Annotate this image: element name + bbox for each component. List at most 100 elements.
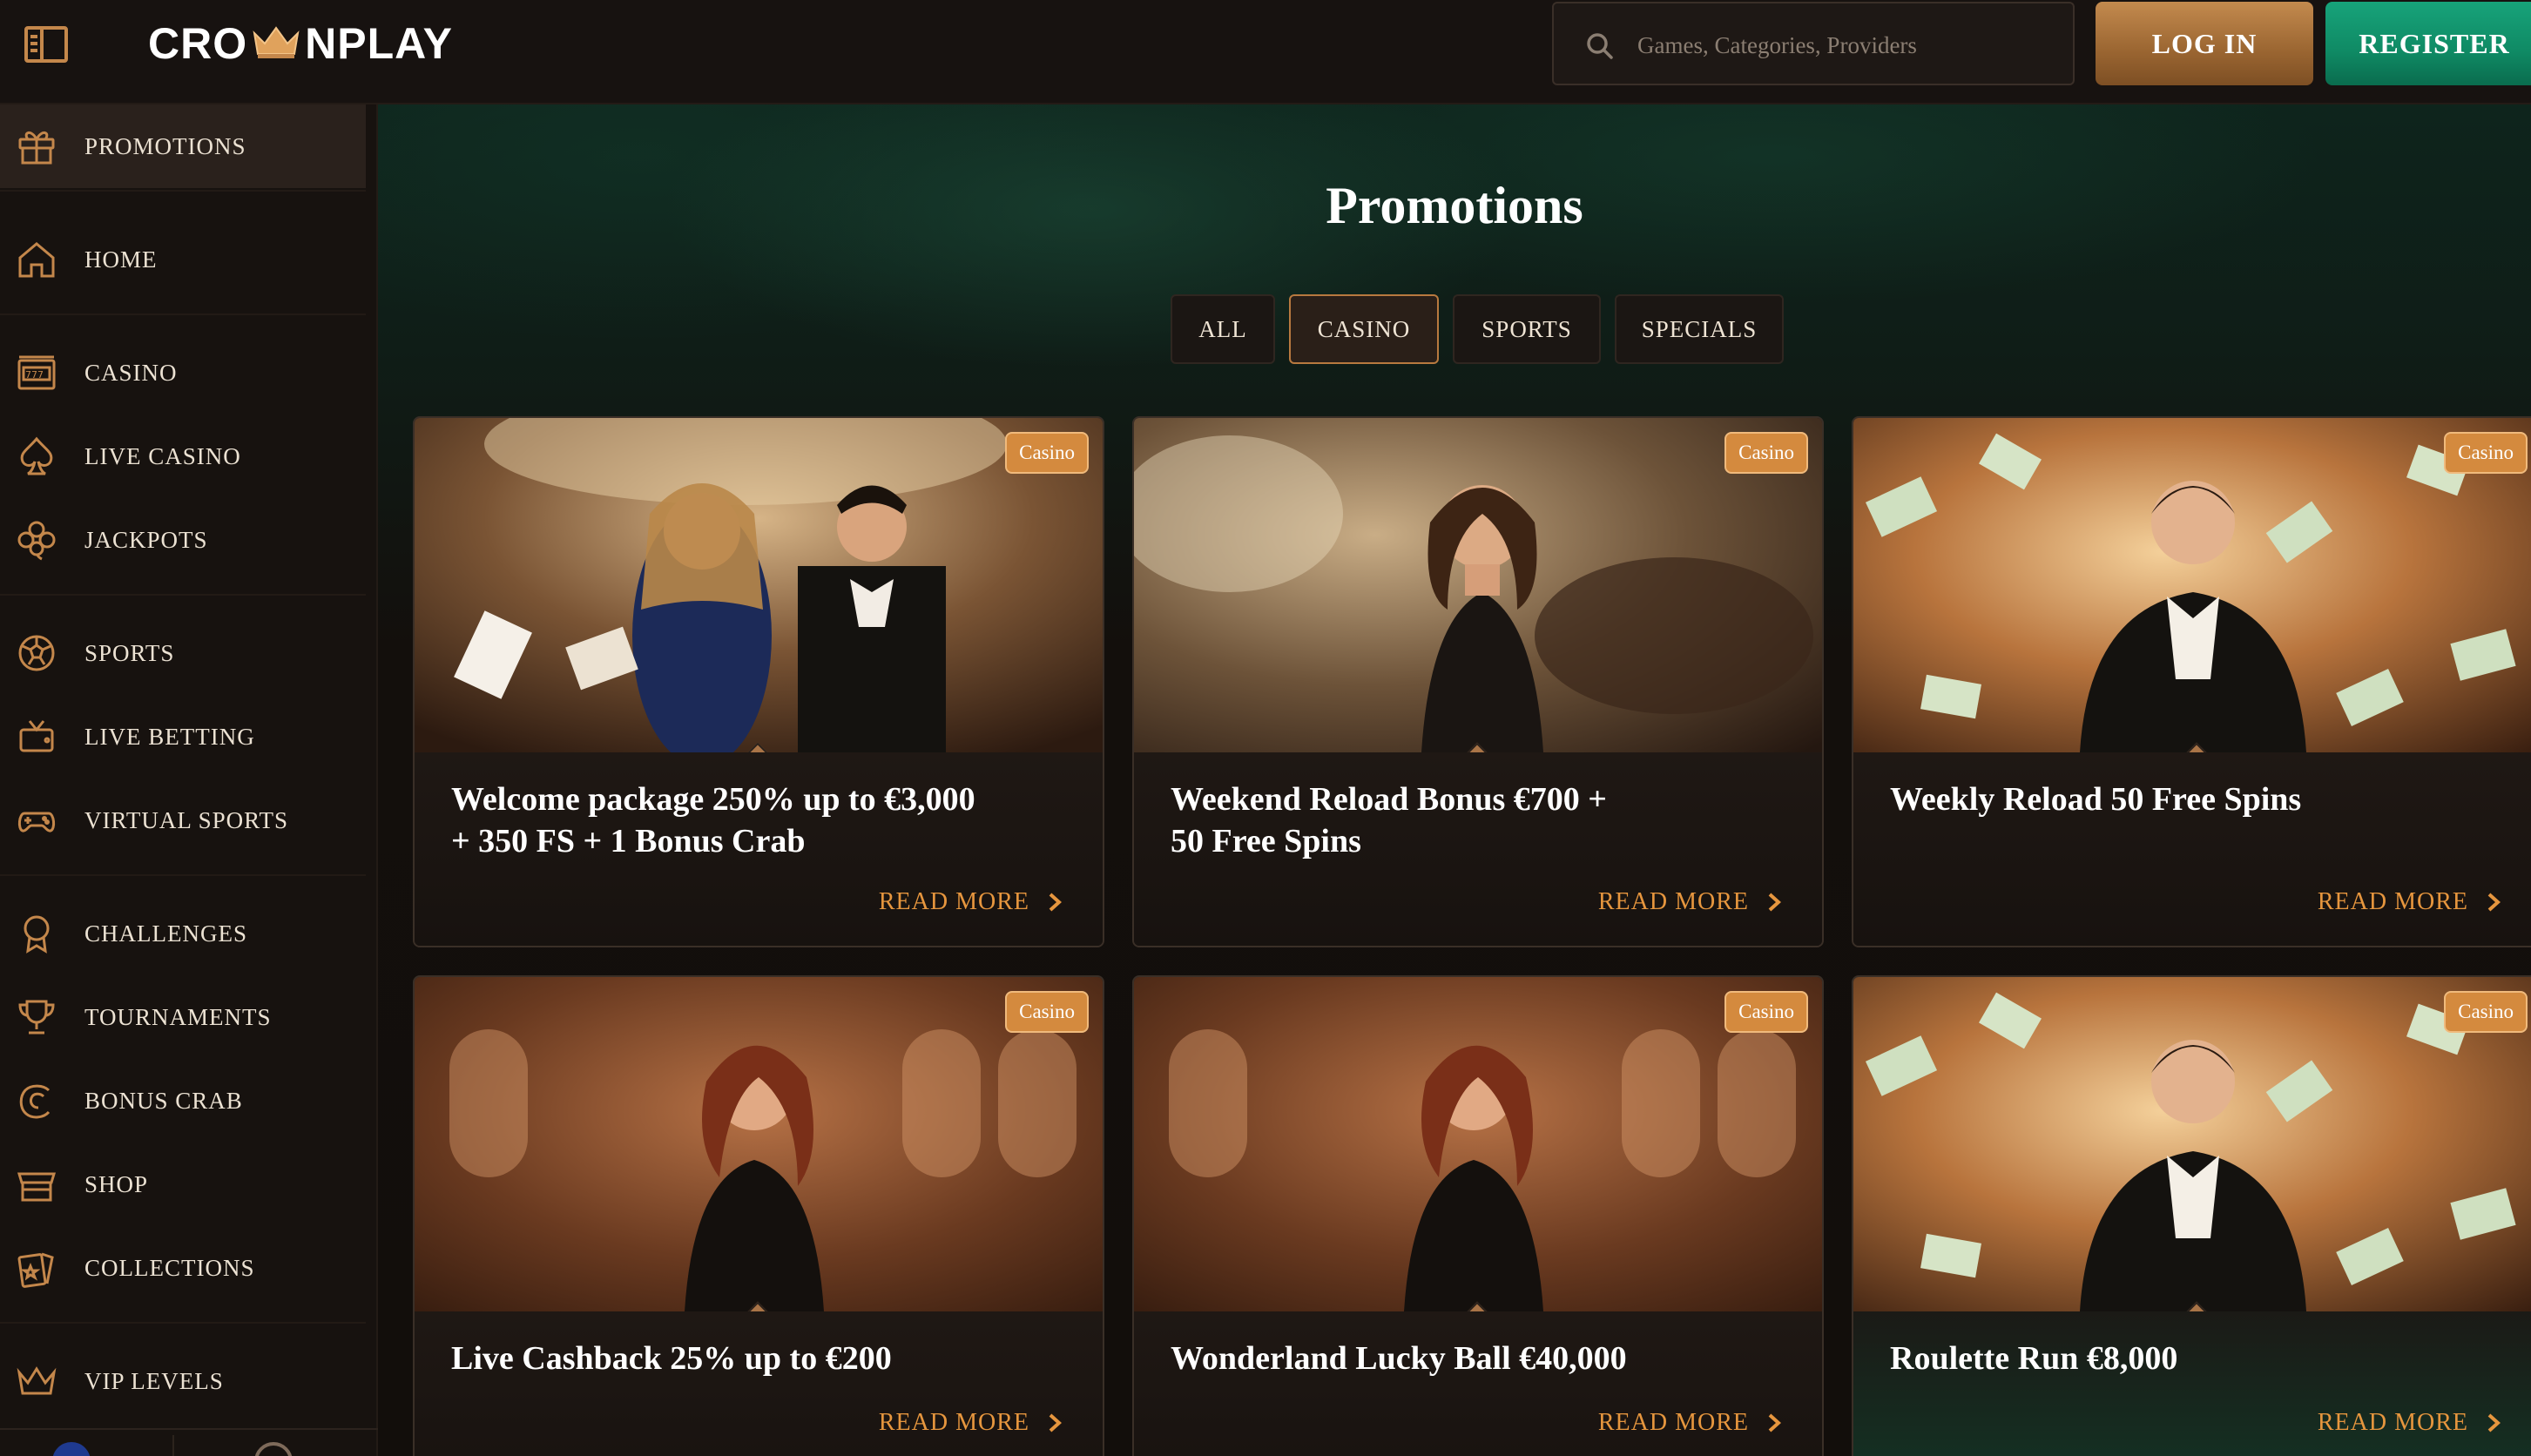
category-badge: Casino (1724, 432, 1808, 474)
gift-icon (18, 131, 55, 165)
sidebar-item-home[interactable]: HOME (0, 218, 366, 301)
sidebar-footer (0, 1428, 378, 1456)
spade-icon (20, 436, 53, 475)
chevron-right-icon (1768, 1413, 1781, 1432)
sidebar-item-label: BONUS CRAB (84, 1087, 243, 1114)
promo-image (1853, 418, 2531, 752)
promo-title-line: Welcome package 250% up to €3,000 (451, 781, 975, 818)
promo-card-body: Live Cashback 25% up to €200 READ MORE (415, 1311, 1103, 1456)
register-button[interactable]: REGISTER (2325, 2, 2531, 85)
collection-icon (17, 1252, 54, 1288)
category-badge: Casino (1005, 991, 1089, 1033)
sidebar-item-label: CASINO (84, 359, 178, 386)
sidebar-item-promotions[interactable]: PROMOTIONS (0, 104, 366, 188)
sidebar-item-label: TOURNAMENTS (84, 1003, 272, 1030)
shop-icon (17, 1172, 57, 1202)
tab-casino[interactable]: CASINO (1289, 294, 1439, 364)
promo-card[interactable]: Casino Weekly Reload 50 Free Spins READ … (1852, 416, 2531, 947)
promo-card[interactable]: Casino Roulette Run €8,000 READ MORE (1852, 975, 2531, 1456)
promo-card[interactable]: Casino Welcome package 250% up to €3,000… (413, 416, 1104, 947)
medal-icon (24, 915, 50, 954)
promo-title: Live Cashback 25% up to €200 (451, 1338, 1017, 1379)
read-more-link[interactable]: READ MORE (2318, 1409, 2503, 1437)
promo-image (1134, 418, 1822, 752)
sidebar-item-label: CHALLENGES (84, 920, 247, 947)
sidebar-item-tournaments[interactable]: TOURNAMENTS (0, 975, 366, 1059)
category-badge: Casino (2444, 991, 2528, 1033)
home-icon (18, 242, 55, 278)
logo[interactable]: CRO NPLAY (148, 16, 453, 71)
slot-machine-icon: 777 (17, 355, 56, 390)
svg-text:777: 777 (25, 369, 44, 381)
promo-card[interactable]: Casino Live Cashback 25% up to €200 READ… (413, 975, 1104, 1456)
sidebar-item-label: JACKPOTS (84, 526, 208, 553)
read-more-link[interactable]: READ MORE (879, 1409, 1064, 1437)
promo-image (1853, 977, 2531, 1311)
sidebar-item-label: HOME (84, 246, 158, 273)
chevron-right-icon (2487, 893, 2501, 912)
sidebar-item-shop[interactable]: SHOP (0, 1143, 366, 1226)
top-bar: CRO NPLAY LOG IN REGISTER (0, 0, 2531, 104)
sidebar-item-label: COLLECTIONS (84, 1254, 255, 1281)
crown-icon (17, 1366, 57, 1395)
login-button[interactable]: LOG IN (2096, 2, 2313, 85)
sidebar-item-vip-levels[interactable]: VIP LEVELS (0, 1339, 366, 1423)
tab-specials[interactable]: SPECIALS (1615, 294, 1784, 364)
read-more-label: READ MORE (878, 1409, 1029, 1436)
read-more-label: READ MORE (2317, 888, 2468, 915)
clover-icon (17, 521, 56, 561)
promo-card[interactable]: Casino Weekend Reload Bonus €700 + 50 Fr… (1132, 416, 1824, 947)
tab-all[interactable]: ALL (1171, 294, 1275, 364)
main-content: Promotions ALL CASINO SPORTS SPECIALS Ca… (378, 104, 2531, 1456)
promo-title-line: Wonderland Lucky Ball €40,000 (1171, 1340, 1627, 1377)
bonus-crab-icon (19, 1084, 51, 1119)
sidebar-item-live-casino[interactable]: LIVE CASINO (0, 415, 366, 498)
sidebar-item-challenges[interactable]: CHALLENGES (0, 892, 366, 975)
search-icon (1587, 33, 1613, 59)
help-icon[interactable] (254, 1442, 293, 1456)
promo-card-body: Welcome package 250% up to €3,000 + 350 … (415, 752, 1103, 946)
tab-sports[interactable]: SPORTS (1453, 294, 1601, 364)
promo-image (1134, 977, 1822, 1311)
promo-title-line: + 350 FS + 1 Bonus Crab (451, 823, 806, 859)
sidebar: PROMOTIONS HOME 777 CASINO LIVE CASINO J… (0, 104, 378, 1456)
promo-title: Welcome package 250% up to €3,000 + 350 … (451, 779, 1017, 862)
promo-title: Weekly Reload 50 Free Spins (1890, 779, 2456, 820)
promo-title-line: Roulette Run €8,000 (1890, 1340, 2178, 1377)
sidebar-item-live-betting[interactable]: LIVE BETTING (0, 695, 366, 779)
read-more-link[interactable]: READ MORE (1598, 888, 1784, 916)
search-input[interactable] (1637, 3, 2055, 87)
logo-text-left: CRO (148, 19, 248, 68)
promo-card-body: Roulette Run €8,000 READ MORE (1853, 1311, 2531, 1456)
sidebar-item-bonus-crab[interactable]: BONUS CRAB (0, 1059, 366, 1143)
chevron-right-icon (1049, 893, 1062, 912)
promo-card[interactable]: Casino Wonderland Lucky Ball €40,000 REA… (1132, 975, 1824, 1456)
read-more-link[interactable]: READ MORE (1598, 1409, 1784, 1437)
promo-image (415, 977, 1103, 1311)
sidebar-item-label: LIVE CASINO (84, 442, 241, 469)
read-more-link[interactable]: READ MORE (879, 888, 1064, 916)
trophy-icon (18, 1000, 55, 1035)
sidebar-divider (0, 874, 366, 876)
promo-title: Wonderland Lucky Ball €40,000 (1171, 1338, 1737, 1379)
chevron-right-icon (1768, 893, 1781, 912)
read-more-label: READ MORE (878, 888, 1029, 915)
language-flag-icon[interactable] (52, 1442, 91, 1456)
sidebar-divider (0, 594, 366, 596)
promo-card-body: Weekend Reload Bonus €700 + 50 Free Spin… (1134, 752, 1822, 946)
sidebar-item-label: VIRTUAL SPORTS (84, 806, 289, 833)
sidebar-item-label: PROMOTIONS (84, 132, 246, 159)
sidebar-item-casino[interactable]: 777 CASINO (0, 331, 366, 415)
search-box[interactable] (1552, 2, 2075, 87)
gamepad-icon (17, 812, 56, 832)
sidebar-divider (0, 313, 366, 315)
soccer-ball-icon (18, 635, 55, 671)
read-more-label: READ MORE (2317, 1409, 2468, 1436)
read-more-link[interactable]: READ MORE (2318, 888, 2503, 916)
promo-title-line: Weekly Reload 50 Free Spins (1890, 781, 2302, 818)
sidebar-item-jackpots[interactable]: JACKPOTS (0, 498, 366, 582)
sidebar-item-sports[interactable]: SPORTS (0, 611, 366, 695)
sidebar-toggle-icon[interactable] (24, 26, 68, 63)
sidebar-item-collections[interactable]: COLLECTIONS (0, 1226, 366, 1310)
sidebar-item-virtual-sports[interactable]: VIRTUAL SPORTS (0, 779, 366, 862)
